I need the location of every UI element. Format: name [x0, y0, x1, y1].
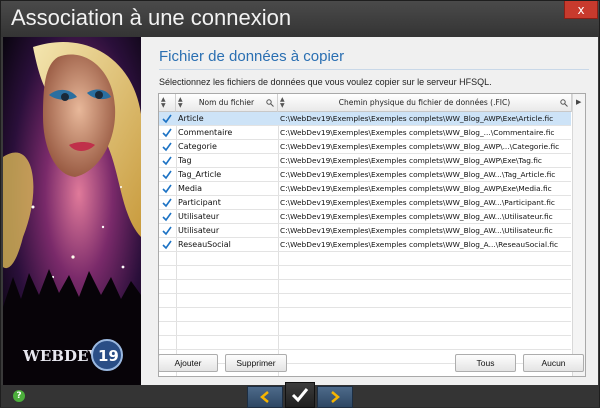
- panel-heading: Fichier de données à copier: [159, 48, 345, 65]
- content-panel: Fichier de données à copier Sélectionnez…: [141, 37, 598, 385]
- header-name-column[interactable]: ▲ ▼ Nom du fichier: [176, 94, 278, 112]
- header-name-label: Nom du fichier: [198, 98, 255, 107]
- file-path-cell: C:\WebDev19\Exemples\Exemples complets\W…: [280, 170, 556, 179]
- select-none-button[interactable]: Aucun: [523, 354, 584, 372]
- chevron-left-icon: [260, 391, 269, 403]
- empty-row: [159, 294, 571, 308]
- row-checkbox[interactable]: [162, 198, 172, 208]
- previous-button[interactable]: [247, 386, 283, 408]
- table-row[interactable]: Tag_Article C:\WebDev19\Exemples\Exemples…: [159, 168, 571, 182]
- window-title: Association à une connexion: [11, 5, 292, 30]
- remove-button[interactable]: Supprimer: [225, 354, 287, 372]
- chevron-right-icon[interactable]: ▶: [576, 98, 581, 106]
- empty-row: [159, 266, 571, 280]
- empty-row: [159, 322, 571, 336]
- table-row[interactable]: Participant C:\WebDev19\Exemples\Exemples…: [159, 196, 571, 210]
- table-header: ▲ ▼ ▲ ▼ Nom du fichier ▲ ▼ Chemin physique …: [159, 94, 585, 112]
- file-path-cell: C:\WebDev19\Exemples\Exemples complets\W…: [280, 198, 555, 207]
- table-row[interactable]: ReseauSocial C:\WebDev19\Exemples\Exemple…: [159, 238, 571, 252]
- help-icon[interactable]: ?: [13, 390, 25, 402]
- dialog-window: Association à une connexion x WEBDEV 19 …: [0, 0, 600, 408]
- empty-row: [159, 336, 571, 350]
- table-row[interactable]: Commentaire C:\WebDev19\Exemples\Exemples…: [159, 126, 571, 140]
- sort-icon: ▲ ▼: [178, 96, 183, 109]
- search-icon[interactable]: [266, 99, 274, 107]
- header-check-column[interactable]: ▲ ▼: [159, 94, 176, 112]
- table-row[interactable]: Media C:\WebDev19\Exemples\Exemples compl…: [159, 182, 571, 196]
- instruction-text: Sélectionnez les fichiers de données que…: [159, 77, 492, 87]
- version-badge: 19: [98, 347, 119, 365]
- file-name-cell: Participant: [178, 198, 221, 207]
- empty-row: [159, 252, 571, 266]
- title-bar[interactable]: Association à une connexion x: [1, 1, 599, 37]
- row-checkbox[interactable]: [162, 184, 172, 194]
- row-checkbox[interactable]: [162, 170, 172, 180]
- file-path-cell: C:\WebDev19\Exemples\Exemples complets\W…: [280, 226, 553, 235]
- row-checkbox[interactable]: [162, 240, 172, 250]
- sort-icon: ▲ ▼: [161, 96, 166, 109]
- webdev-logo: WEBDEV: [22, 347, 100, 365]
- next-button[interactable]: [317, 386, 353, 408]
- close-button[interactable]: x: [564, 1, 598, 19]
- table-row[interactable]: Utilisateur C:\WebDev19\Exemples\Exemples…: [159, 224, 571, 238]
- file-name-cell: Article: [178, 114, 204, 123]
- vertical-scrollbar[interactable]: ▶: [572, 94, 585, 376]
- row-checkbox[interactable]: [162, 226, 172, 236]
- row-checkbox[interactable]: [162, 114, 172, 124]
- chevron-right-icon: [331, 391, 340, 403]
- file-path-cell: C:\WebDev19\Exemples\Exemples complets\W…: [280, 156, 542, 165]
- file-name-cell: Media: [178, 184, 203, 193]
- file-path-cell: C:\WebDev19\Exemples\Exemples complets\W…: [280, 240, 559, 249]
- search-icon[interactable]: [560, 99, 568, 107]
- sort-icon: ▲ ▼: [280, 96, 285, 109]
- empty-row: [159, 280, 571, 294]
- heading-divider: [159, 69, 589, 70]
- file-name-cell: Tag: [178, 156, 192, 165]
- table-row[interactable]: Categorie C:\WebDev19\Exemples\Exemples c…: [159, 140, 571, 154]
- header-path-column[interactable]: ▲ ▼ Chemin physique du fichier de données…: [278, 94, 572, 112]
- file-path-cell: C:\WebDev19\Exemples\Exemples complets\W…: [280, 142, 560, 151]
- table-row[interactable]: Tag C:\WebDev19\Exemples\Exemples complet…: [159, 154, 571, 168]
- empty-row: [159, 308, 571, 322]
- checkmark-icon: [291, 388, 309, 403]
- file-path-cell: C:\WebDev19\Exemples\Exemples complets\W…: [280, 114, 554, 123]
- row-checkbox[interactable]: [162, 128, 172, 138]
- validate-button[interactable]: [285, 382, 315, 408]
- file-name-cell: Utilisateur: [178, 226, 220, 235]
- table-row[interactable]: Article C:\WebDev19\Exemples\Exemples com…: [159, 112, 571, 126]
- header-path-label: Chemin physique du fichier de données (.…: [338, 98, 511, 107]
- table-row[interactable]: Utilisateur C:\WebDev19\Exemples\Exemples…: [159, 210, 571, 224]
- file-name-cell: Commentaire: [178, 128, 233, 137]
- row-checkbox[interactable]: [162, 212, 172, 222]
- file-name-cell: ReseauSocial: [178, 240, 231, 249]
- file-path-cell: C:\WebDev19\Exemples\Exemples complets\W…: [280, 184, 552, 193]
- file-path-cell: C:\WebDev19\Exemples\Exemples complets\W…: [280, 212, 553, 221]
- select-all-button[interactable]: Tous: [455, 354, 516, 372]
- side-banner-image: WEBDEV 19: [3, 37, 141, 385]
- file-name-cell: Utilisateur: [178, 212, 220, 221]
- banner-illustration: WEBDEV 19: [3, 37, 141, 385]
- file-name-cell: Categorie: [178, 142, 217, 151]
- row-checkbox[interactable]: [162, 142, 172, 152]
- add-button[interactable]: Ajouter: [158, 354, 218, 372]
- file-name-cell: Tag_Article: [178, 170, 222, 179]
- row-checkbox[interactable]: [162, 156, 172, 166]
- file-path-cell: C:\WebDev19\Exemples\Exemples complets\W…: [280, 128, 555, 137]
- data-files-table[interactable]: ▲ ▼ ▲ ▼ Nom du fichier ▲ ▼ Chemin physique …: [158, 93, 586, 377]
